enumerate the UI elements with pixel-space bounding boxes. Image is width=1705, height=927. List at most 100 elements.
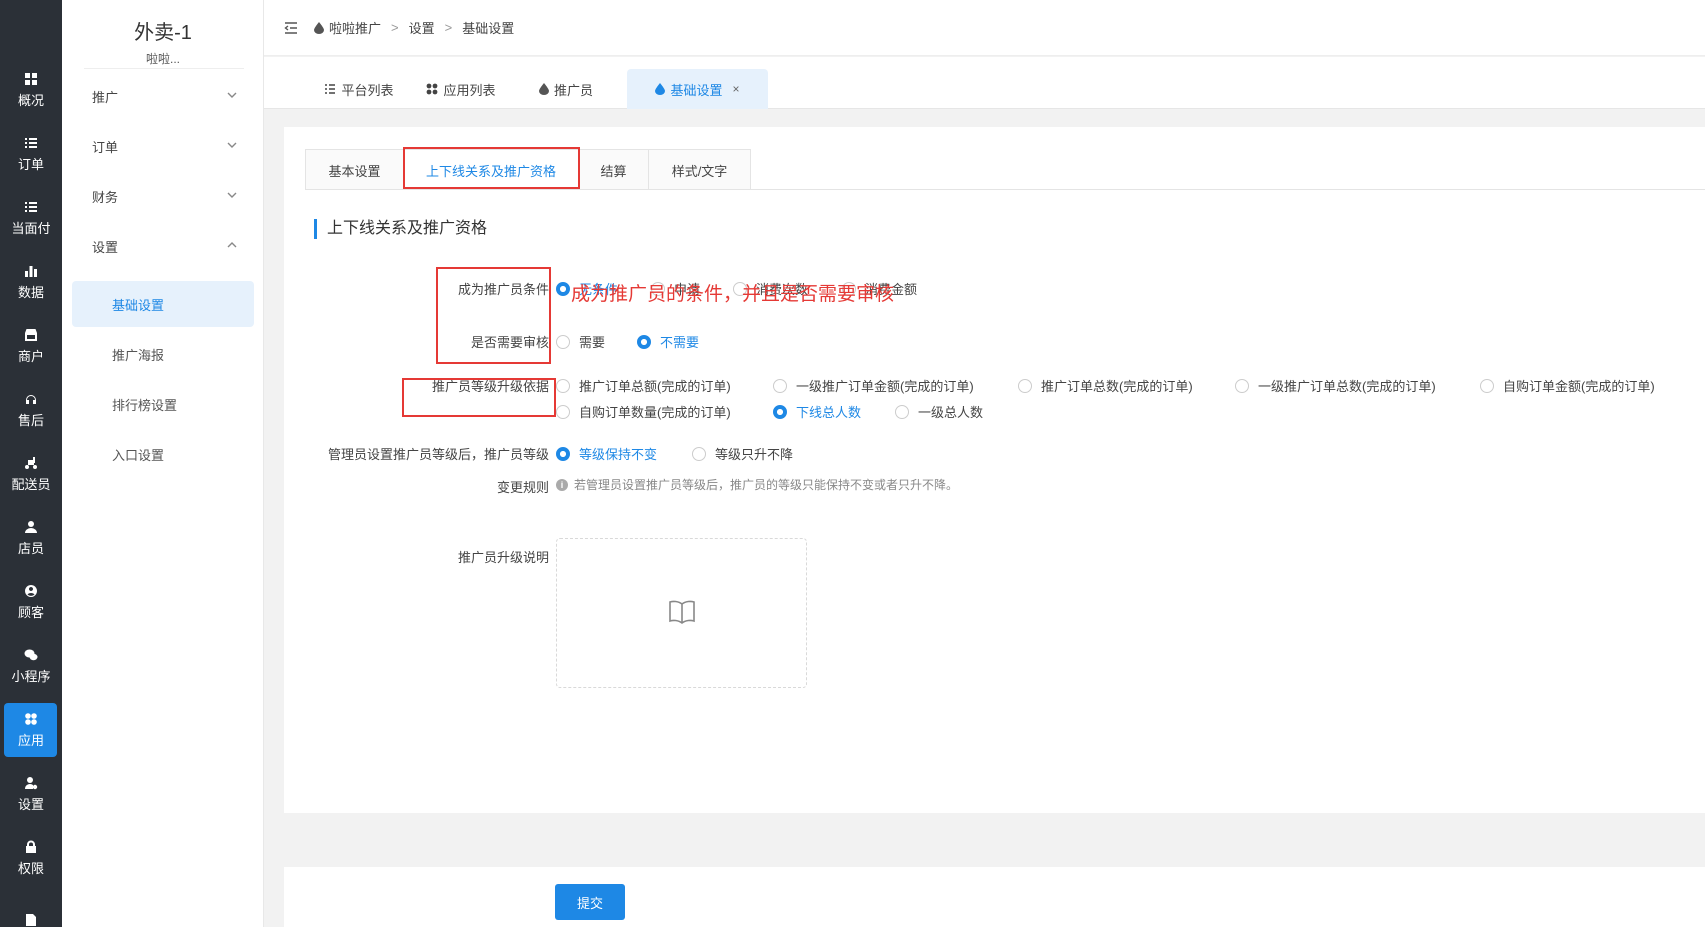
radio-only-upgrade[interactable]: 等级只升不降 (692, 444, 793, 463)
lock-icon (24, 840, 38, 854)
tab-basic-settings[interactable]: 基础设置 × (627, 69, 768, 109)
submenu-leaderboard[interactable]: 排行榜设置 (62, 381, 264, 427)
radio-upgrade-option[interactable]: 一级总人数 (895, 402, 983, 421)
radio-label: 需要 (579, 335, 606, 350)
breadcrumb-item[interactable]: 设置 (409, 18, 435, 37)
headset-icon (24, 392, 38, 406)
rail-item[interactable]: 商户 (0, 316, 62, 376)
radio-label: 等级保持不变 (579, 447, 658, 462)
submenu-entry-settings[interactable]: 入口设置 (62, 431, 264, 477)
divider (84, 68, 244, 69)
highlight-box-condition (436, 267, 551, 364)
admin-level-label: 管理员设置推广员等级后，推广员等级 (327, 447, 549, 462)
menu-label: 财务 (92, 189, 119, 205)
close-icon[interactable]: × (733, 82, 740, 96)
radio-label: 等级只升不降 (715, 447, 794, 462)
radio-need-review[interactable]: 需要 (556, 332, 605, 351)
rail-item[interactable]: 顾客 (0, 572, 62, 632)
radio-dot (1480, 378, 1494, 393)
rail-item[interactable]: 订单 (0, 124, 62, 184)
wechat-icon (24, 648, 38, 662)
radio-no-review[interactable]: 不需要 (637, 332, 699, 351)
radio-upgrade-option[interactable]: 一级推广订单总数(完成的订单) (1235, 376, 1436, 395)
menu-settings[interactable]: 设置 (62, 223, 264, 269)
menu-finance[interactable]: 财务 (62, 173, 264, 219)
radio-upgrade-option[interactable]: 推广订单总数(完成的订单) (1018, 376, 1193, 395)
radio-upgrade-option[interactable]: 自购订单金额(完成的订单) (1480, 376, 1655, 395)
radio-label: 一级推广订单金额(完成的订单) (796, 379, 974, 394)
rail-item[interactable]: 配送员 (0, 444, 62, 504)
radio-dot (773, 378, 787, 393)
rail-label: 数据 (17, 284, 44, 300)
radio-upgrade-option[interactable]: 一级推广订单金额(完成的订单) (773, 376, 974, 395)
rail-item[interactable]: 小程序 (0, 636, 62, 696)
submenu-label: 基础设置 (112, 297, 165, 313)
radio-upgrade-option[interactable]: 推广订单总额(完成的订单) (556, 376, 731, 395)
radio-dot (692, 446, 706, 461)
submenu-label: 入口设置 (112, 447, 165, 463)
secondary-sidebar: 外卖-1 啦啦... 推广 订单 财务 设置 基础设置 推广海报 排行榜设置 入… (62, 0, 264, 927)
tab-platform-list[interactable]: 平台列表 (314, 69, 404, 109)
collapse-menu-icon[interactable] (284, 21, 298, 35)
user-gear-icon (24, 776, 38, 790)
breadcrumb-item[interactable]: 啦啦推广 (329, 18, 381, 37)
radio-label: 推广订单总数(完成的订单) (1041, 379, 1193, 394)
rail-label: 售后 (17, 412, 44, 428)
chevron-down-icon (226, 189, 238, 201)
highlight-box-subtab (403, 147, 580, 189)
change-rule-label: 变更规则 (496, 480, 549, 495)
radio-label: 一级推广订单总数(完成的订单) (1258, 379, 1436, 394)
menu-orders[interactable]: 订单 (62, 123, 264, 169)
rail-item[interactable]: 售后 (0, 380, 62, 440)
rail-label: 顾客 (17, 604, 44, 620)
rail-item[interactable]: 概况 (0, 60, 62, 120)
rail-item[interactable]: 数据 (0, 252, 62, 312)
rail-item[interactable] (0, 892, 62, 927)
rail-item[interactable]: 设置 (0, 764, 62, 824)
tab-label: 应用列表 (443, 82, 496, 98)
radio-label: 自购订单数量(完成的订单) (579, 405, 731, 420)
apps-icon (24, 712, 38, 726)
rail-item[interactable]: 应用 (0, 700, 62, 760)
submit-button[interactable]: 提交 (555, 884, 625, 920)
radio-label: 不需要 (660, 335, 700, 350)
highlight-box-upgrade (402, 378, 556, 417)
breadcrumb-item: 基础设置 (462, 21, 515, 36)
upgrade-desc-label: 推广员升级说明 (457, 550, 549, 565)
radio-dot (556, 378, 570, 393)
rail-item[interactable]: 权限 (0, 828, 62, 888)
rail-item[interactable]: 当面付 (0, 188, 62, 248)
submenu-promo-poster[interactable]: 推广海报 (62, 331, 264, 377)
users-icon (24, 520, 38, 534)
radio-label: 一级总人数 (918, 405, 984, 420)
tab-label: 推广员 (553, 82, 593, 98)
menu-label: 订单 (92, 139, 119, 155)
hint-text: 若管理员设置推广员等级后，推广员的等级只能保持不变或者只升不降。 (574, 478, 959, 492)
scooter-icon (24, 456, 38, 470)
divider (305, 189, 1705, 190)
rail-label: 订单 (17, 156, 44, 172)
list-icon (24, 136, 38, 150)
submenu-label: 推广海报 (112, 347, 165, 363)
breadcrumb-separator: > (391, 20, 399, 35)
footer-bar: 提交 (284, 867, 1705, 927)
report-icon (24, 913, 38, 927)
list-icon (324, 83, 336, 95)
subtab-settlement[interactable]: 结算 (579, 150, 649, 190)
subtab-style-text[interactable]: 样式/文字 (649, 150, 750, 190)
radio-upgrade-option[interactable]: 自购订单数量(完成的订单) (556, 402, 731, 421)
chevron-down-icon (226, 89, 238, 101)
menu-promotion[interactable]: 推广 (62, 73, 264, 119)
radio-upgrade-option[interactable]: 下线总人数 (773, 402, 861, 421)
tab-promoters[interactable]: 推广员 (526, 69, 606, 109)
menu-label: 推广 (92, 89, 119, 105)
submenu-basic-settings[interactable]: 基础设置 (72, 281, 254, 327)
radio-keep-level[interactable]: 等级保持不变 (556, 444, 657, 463)
upgrade-desc-editor[interactable] (556, 538, 807, 688)
rail-item[interactable]: 店员 (0, 508, 62, 568)
subtab-basic[interactable]: 基本设置 (306, 150, 404, 190)
header-bar: 啦啦推广 > 设置 > 基础设置 (264, 0, 1705, 56)
rail-label: 小程序 (11, 668, 51, 684)
tab-app-list[interactable]: 应用列表 (416, 69, 506, 109)
radio-dot (895, 404, 909, 419)
